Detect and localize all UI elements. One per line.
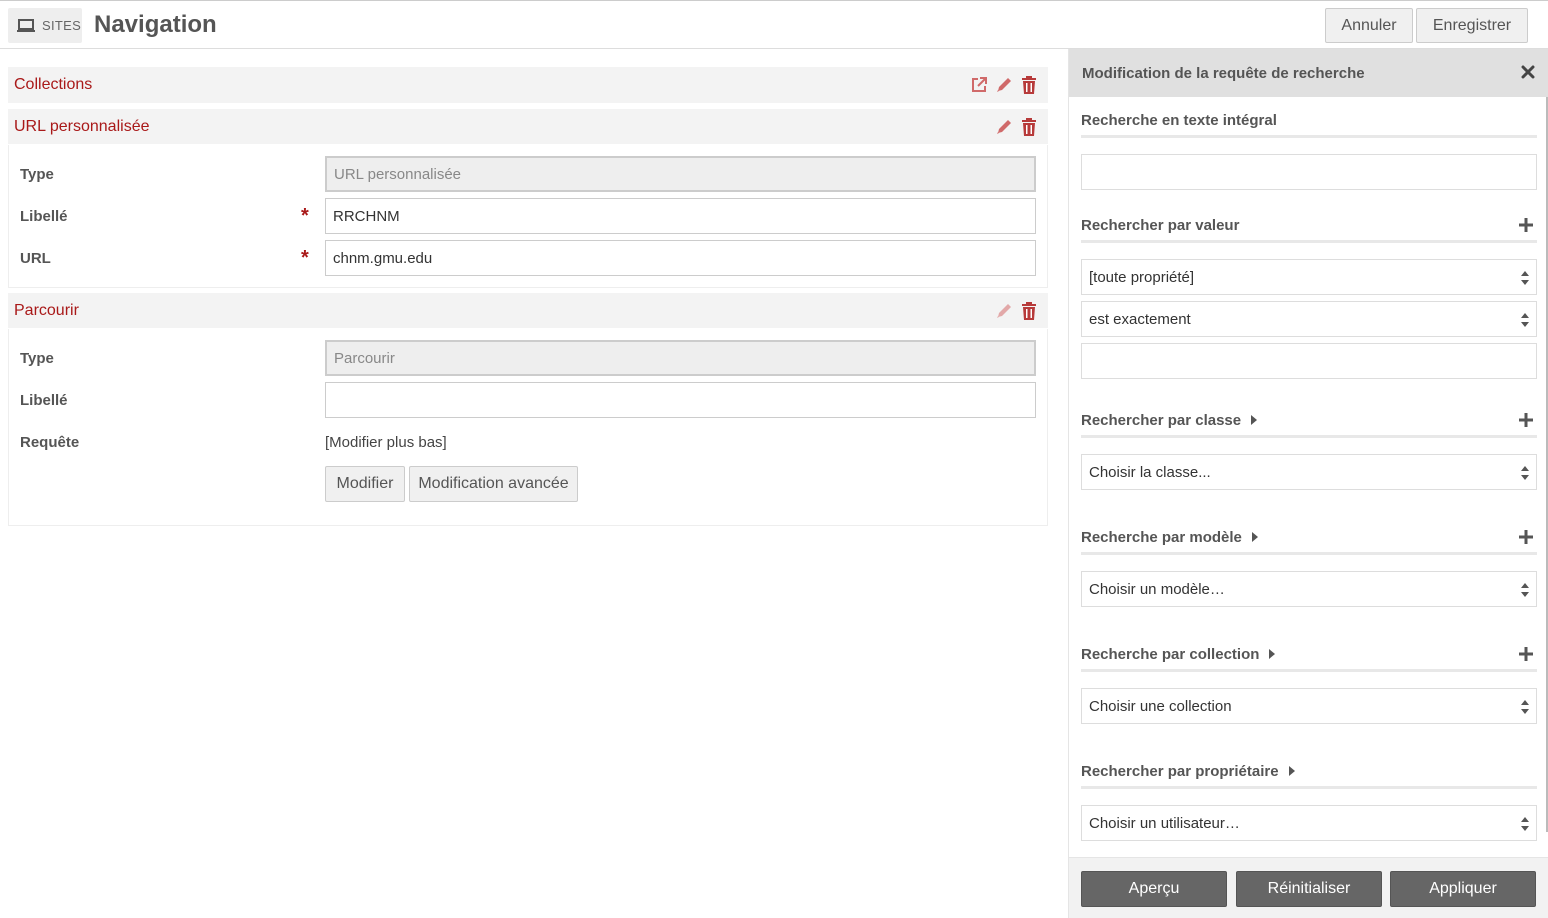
- trash-icon[interactable]: [1020, 76, 1038, 94]
- search-query-sidebar: Modification de la requête de recherche …: [1068, 49, 1548, 918]
- section-title: Rechercher par valeur: [1081, 216, 1240, 234]
- type-field: Parcourir: [325, 340, 1036, 376]
- label-input[interactable]: RRCHNM: [325, 198, 1036, 234]
- fulltext-heading: Recherche en texte intégral: [1081, 105, 1537, 138]
- external-link-icon[interactable]: [970, 76, 988, 94]
- owner-select[interactable]: Choisir un utilisateur…: [1081, 805, 1537, 841]
- class-heading[interactable]: Rechercher par classe: [1081, 405, 1537, 438]
- section-title: Recherche en texte intégral: [1081, 111, 1277, 129]
- operator-select[interactable]: est exactement: [1081, 301, 1537, 337]
- nav-item-custom-url[interactable]: URL personnalisée: [8, 109, 1048, 145]
- nav-item-label: URL personnalisée: [14, 117, 150, 135]
- cancel-button[interactable]: Annuler: [1325, 8, 1413, 43]
- sidebar-title: Modification de la requête de recherche: [1082, 64, 1365, 82]
- collection-select[interactable]: Choisir une collection: [1081, 688, 1537, 724]
- nav-item-label: Parcourir: [14, 301, 79, 319]
- collection-heading[interactable]: Recherche par collection: [1081, 639, 1537, 672]
- class-select[interactable]: Choisir la classe...: [1081, 454, 1537, 490]
- template-select[interactable]: Choisir un modèle…: [1081, 571, 1537, 607]
- pencil-icon[interactable]: [995, 76, 1013, 94]
- sites-label: SITES: [42, 18, 82, 33]
- select-arrows-icon: [1521, 466, 1529, 480]
- required-icon: *: [301, 247, 309, 269]
- plus-icon[interactable]: [1519, 413, 1533, 427]
- sidebar-scroll-area[interactable]: Recherche en texte intégral Rechercher p…: [1069, 97, 1548, 857]
- select-arrows-icon: [1521, 271, 1529, 285]
- select-arrows-icon: [1521, 700, 1529, 714]
- select-arrows-icon: [1521, 583, 1529, 597]
- advanced-edit-button[interactable]: Modification avancée: [409, 466, 578, 502]
- select-value: Choisir la classe...: [1089, 463, 1211, 481]
- caret-right-icon: [1251, 415, 1258, 425]
- select-value: Choisir un utilisateur…: [1089, 814, 1240, 832]
- plus-icon[interactable]: [1519, 218, 1533, 232]
- type-field: URL personnalisée: [325, 156, 1036, 192]
- section-title: Recherche par collection: [1081, 645, 1260, 663]
- select-value: Choisir un modèle…: [1089, 580, 1225, 598]
- label-label: Libellé: [20, 392, 68, 409]
- property-select[interactable]: [toute propriété]: [1081, 259, 1537, 295]
- select-value: est exactement: [1089, 310, 1191, 328]
- apply-button[interactable]: Appliquer: [1390, 871, 1536, 907]
- sidebar-header: Modification de la requête de recherche: [1069, 49, 1548, 97]
- save-button[interactable]: Enregistrer: [1416, 8, 1528, 43]
- nav-item-label: Collections: [14, 76, 93, 93]
- label-input[interactable]: [325, 382, 1036, 418]
- nav-item-browse[interactable]: Parcourir: [8, 293, 1048, 329]
- reset-button[interactable]: Réinitialiser: [1236, 871, 1382, 907]
- query-value: [Modifier plus bas]: [325, 434, 447, 451]
- owner-heading[interactable]: Rechercher par propriétaire: [1081, 756, 1537, 789]
- close-icon[interactable]: [1520, 64, 1536, 80]
- plus-icon[interactable]: [1519, 647, 1533, 661]
- pencil-icon[interactable]: [995, 118, 1013, 136]
- value-heading: Rechercher par valeur: [1081, 210, 1537, 243]
- page-title: Navigation: [94, 11, 217, 38]
- custom-url-form: Type URL personnalisée Libellé * RRCHNM …: [8, 145, 1048, 288]
- select-value: [toute propriété]: [1089, 268, 1195, 286]
- pencil-icon[interactable]: [995, 302, 1013, 320]
- trash-icon[interactable]: [1020, 118, 1038, 136]
- url-label: URL: [20, 250, 51, 267]
- section-title: Rechercher par classe: [1081, 411, 1242, 429]
- select-value: Choisir une collection: [1089, 697, 1232, 715]
- select-arrows-icon: [1521, 817, 1529, 831]
- section-title: Rechercher par propriétaire: [1081, 762, 1279, 780]
- caret-right-icon: [1251, 532, 1258, 542]
- select-arrows-icon: [1521, 313, 1529, 327]
- label-label: Libellé: [20, 208, 68, 225]
- plus-icon[interactable]: [1519, 530, 1533, 544]
- navigation-tree: Collections URL personnalisée Type URL p…: [8, 67, 1048, 526]
- browse-form: Type Parcourir Libellé Requête [Modifier…: [8, 329, 1048, 526]
- laptop-icon: [17, 18, 35, 32]
- section-title: Recherche par modèle: [1081, 528, 1242, 546]
- required-icon: *: [301, 205, 309, 227]
- nav-item-collections[interactable]: Collections: [8, 67, 1048, 104]
- template-heading[interactable]: Recherche par modèle: [1081, 522, 1537, 555]
- url-input[interactable]: chnm.gmu.edu: [325, 240, 1036, 276]
- sidebar-footer: Aperçu Réinitialiser Appliquer: [1069, 857, 1548, 918]
- value-input[interactable]: [1081, 343, 1537, 379]
- caret-right-icon: [1269, 649, 1276, 659]
- preview-button[interactable]: Aperçu: [1081, 871, 1227, 907]
- type-label: Type: [20, 350, 54, 367]
- caret-right-icon: [1288, 766, 1295, 776]
- edit-query-button[interactable]: Modifier: [325, 466, 405, 502]
- fulltext-input[interactable]: [1081, 154, 1537, 190]
- sites-breadcrumb[interactable]: SITES: [8, 8, 82, 43]
- type-label: Type: [20, 166, 54, 183]
- trash-icon[interactable]: [1020, 302, 1038, 320]
- top-bar: SITES Navigation Annuler Enregistrer: [0, 0, 1548, 49]
- query-label: Requête: [20, 434, 80, 451]
